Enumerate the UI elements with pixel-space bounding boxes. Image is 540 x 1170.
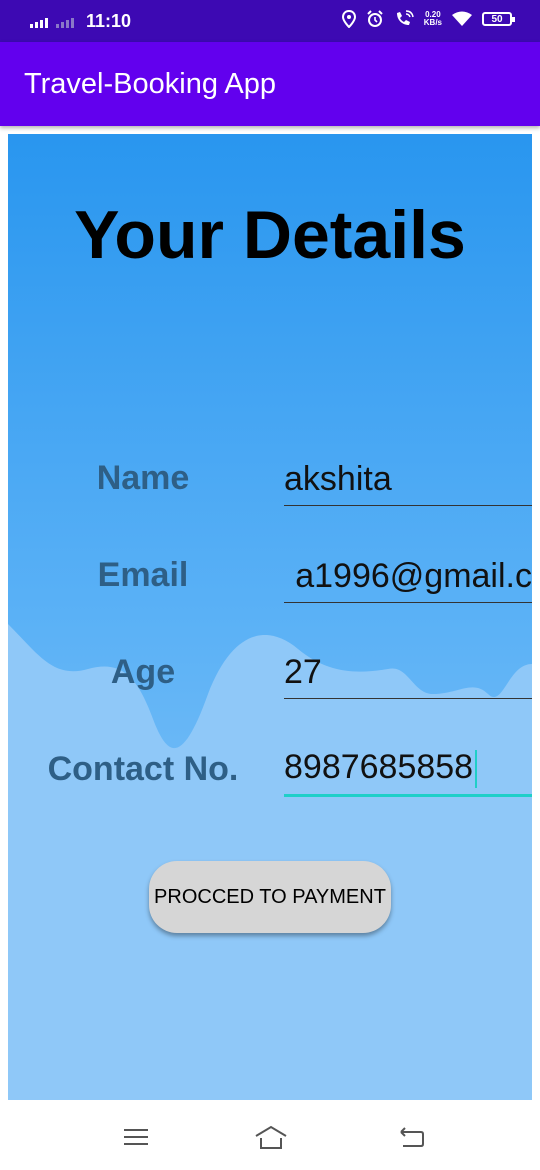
status-right: 0.20 KB/s 50 bbox=[341, 10, 515, 28]
network-speed-unit: KB/s bbox=[423, 18, 442, 27]
home-icon[interactable] bbox=[254, 1124, 288, 1150]
menu-icon[interactable] bbox=[121, 1124, 151, 1150]
age-value: 27 bbox=[284, 653, 322, 691]
app-bar: Travel-Booking App bbox=[0, 42, 540, 126]
wave-background bbox=[8, 624, 532, 1100]
email-label: Email bbox=[97, 556, 189, 594]
name-field[interactable]: akshita bbox=[284, 458, 532, 506]
back-icon[interactable] bbox=[397, 1124, 427, 1150]
name-value: akshita bbox=[284, 460, 392, 498]
app-title: Travel-Booking App bbox=[24, 68, 277, 100]
status-left: 11:10 bbox=[30, 11, 131, 32]
contact-value: 8987685858 bbox=[284, 749, 474, 786]
details-form: Your Details Name akshita Email a1996@gm… bbox=[8, 134, 532, 1100]
proceed-to-payment-button[interactable]: PROCCED TO PAYMENT bbox=[149, 861, 391, 933]
contact-value-wrap: 8987685858 bbox=[284, 749, 478, 788]
location-icon bbox=[341, 10, 356, 28]
contact-label: Contact No. bbox=[47, 750, 239, 788]
battery-icon: 50 bbox=[482, 12, 515, 26]
email-value: a1996@gmail.c bbox=[295, 557, 532, 595]
navigation-bar bbox=[0, 1104, 540, 1170]
text-caret bbox=[475, 750, 478, 788]
age-label: Age bbox=[110, 653, 176, 691]
email-field[interactable]: a1996@gmail.c bbox=[284, 555, 532, 603]
page-title: Your Details bbox=[74, 197, 466, 273]
age-field[interactable]: 27 bbox=[284, 651, 532, 699]
wifi-icon bbox=[452, 11, 472, 26]
contact-field[interactable]: 8987685858 bbox=[284, 749, 532, 797]
status-bar: 11:10 0.20 KB/s 50 bbox=[0, 0, 540, 42]
signal-secondary-icon bbox=[56, 16, 74, 28]
signal-icon bbox=[30, 16, 48, 28]
network-speed: 0.20 KB/s bbox=[424, 11, 442, 27]
battery-level: 50 bbox=[491, 13, 503, 25]
wifi-calling-icon bbox=[396, 10, 414, 25]
name-label: Name bbox=[96, 459, 190, 497]
status-time: 11:10 bbox=[86, 11, 132, 31]
alarm-icon bbox=[367, 10, 383, 27]
